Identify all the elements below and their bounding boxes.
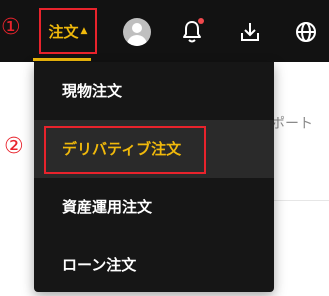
- language-button[interactable]: [290, 16, 322, 48]
- step-one-marker: ①: [1, 15, 21, 40]
- menu-item-derivatives-order[interactable]: デリバティブ注文: [34, 120, 274, 178]
- download-button[interactable]: [234, 16, 266, 48]
- menu-item-loan-order[interactable]: ローン注文: [34, 236, 274, 294]
- background-support-text: ポート: [271, 116, 313, 132]
- avatar-icon: [123, 18, 151, 46]
- order-dropdown-menu: 現物注文 デリバティブ注文 資産運用注文 ローン注文: [34, 62, 274, 292]
- menu-item-label: ローン注文: [62, 256, 137, 274]
- caret-up-icon: ▲: [80, 26, 88, 36]
- menu-item-spot-order[interactable]: 現物注文: [34, 62, 274, 120]
- notification-dot: [198, 18, 204, 24]
- order-menu-button[interactable]: 注文 ▲: [39, 8, 97, 54]
- menu-item-label: 資産運用注文: [62, 198, 153, 216]
- step-two-marker: ②: [4, 134, 24, 159]
- active-menu-underline: [33, 58, 91, 61]
- order-menu-label: 注文: [48, 22, 79, 41]
- avatar-button[interactable]: [121, 16, 153, 48]
- menu-item-label: 現物注文: [62, 82, 123, 100]
- notification-button[interactable]: [176, 16, 208, 48]
- menu-item-asset-management-order[interactable]: 資産運用注文: [34, 178, 274, 236]
- menu-item-label: デリバティブ注文: [62, 140, 182, 158]
- globe-icon: [296, 22, 316, 42]
- download-icon: [241, 23, 259, 41]
- top-navigation-bar: 注文 ▲: [0, 0, 329, 62]
